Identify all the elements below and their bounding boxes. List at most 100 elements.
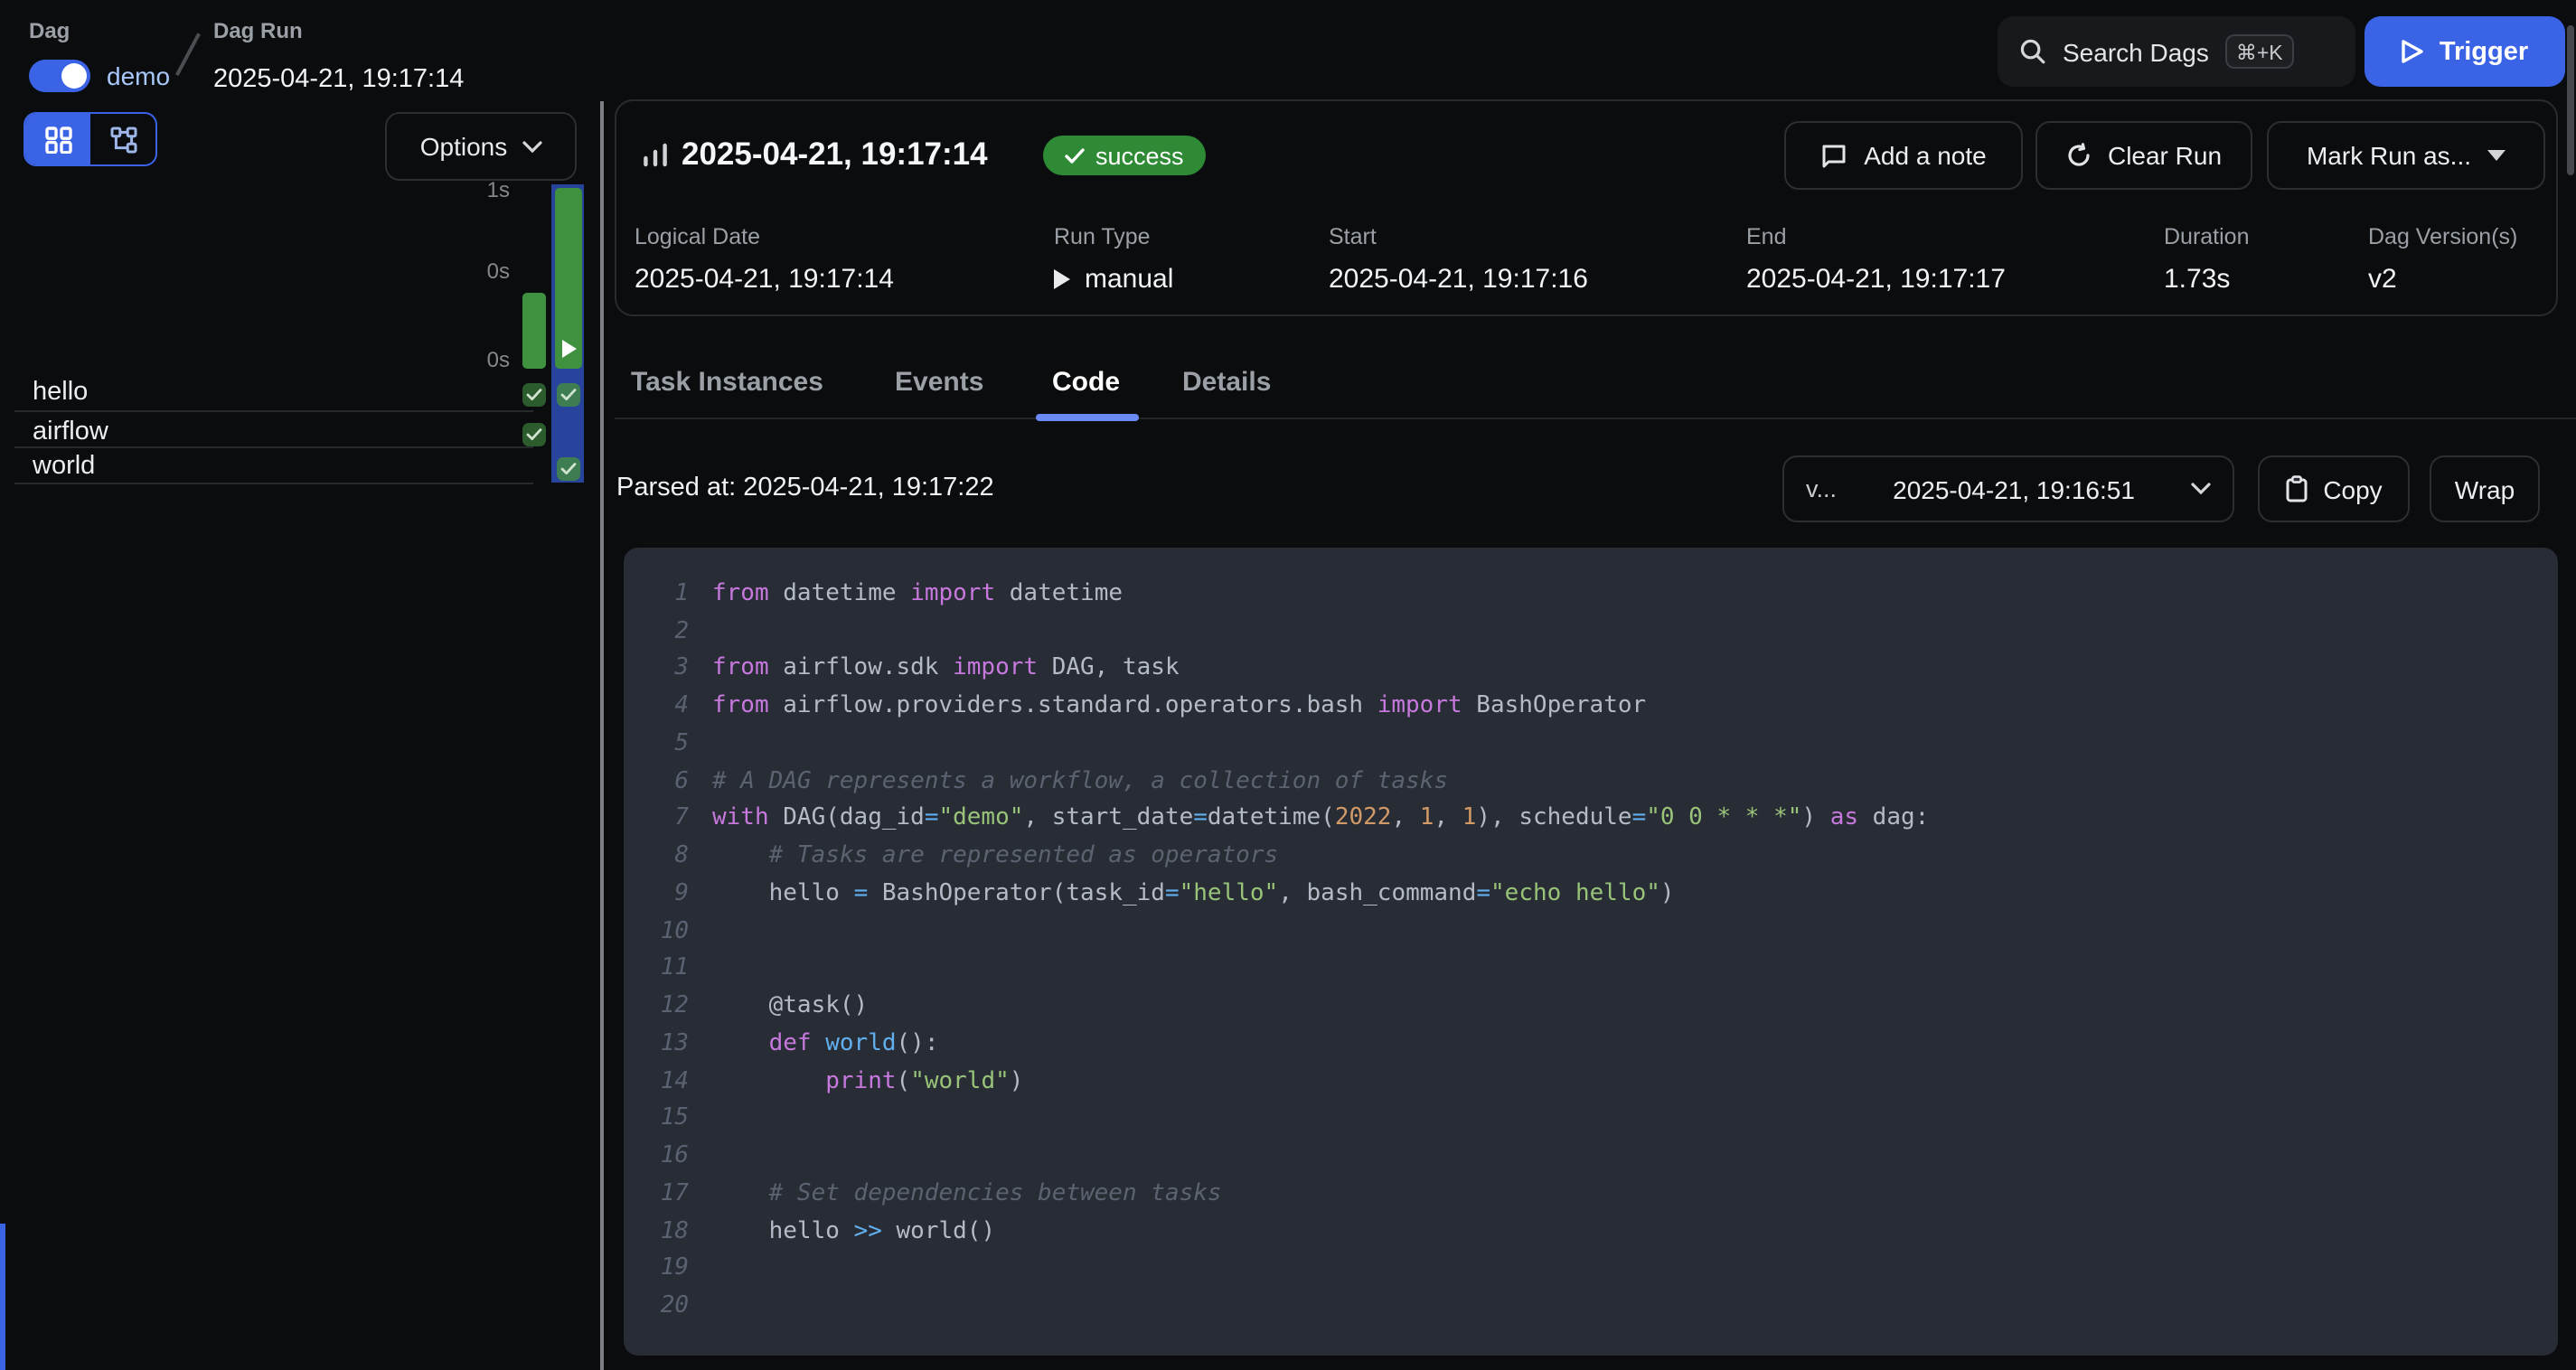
panel-splitter[interactable]	[600, 101, 604, 1370]
meta-label: Duration	[2164, 224, 2250, 249]
view-mode-toggle	[24, 112, 157, 166]
axis-tick-label: 0s	[434, 347, 510, 372]
search-dags-button[interactable]: Search Dags ⌘+K	[1998, 16, 2355, 87]
meta-label: Start	[1329, 224, 1588, 249]
selected-run-play-icon	[561, 340, 576, 358]
line-number: 10	[638, 917, 689, 944]
parsed-at-text: Parsed at: 2025-04-21, 19:17:22	[616, 474, 994, 502]
tab-task-instances[interactable]: Task Instances	[631, 367, 823, 398]
task-instance-square-airflow[interactable]	[522, 423, 546, 446]
run-summary-card: 2025-04-21, 19:17:14 success Add a note …	[615, 99, 2558, 316]
line-number: 13	[638, 1030, 689, 1057]
code-token: BashOperator(task_id	[868, 880, 1165, 907]
dag-pause-toggle[interactable]	[29, 60, 90, 92]
code-token: "echo hello"	[1490, 880, 1660, 907]
mark-run-as-button[interactable]: Mark Run as...	[2267, 121, 2545, 190]
code-token: airflow.sdk	[769, 655, 954, 682]
trigger-button[interactable]: Trigger	[2364, 16, 2565, 87]
mark-run-as-label: Mark Run as...	[2307, 141, 2471, 170]
dag-run-duration-bar[interactable]	[522, 293, 546, 369]
version-prefix: v...	[1806, 475, 1837, 502]
code-line-1: 1from datetime import datetime	[638, 575, 2558, 613]
run-state-badge: success	[1043, 136, 1206, 175]
meta-value: v2	[2368, 264, 2517, 295]
meta-logical-date: Logical Date2025-04-21, 19:17:14	[635, 224, 894, 295]
grid-view-button[interactable]	[25, 114, 90, 164]
task-row-world[interactable]: world	[33, 451, 95, 480]
page-scrollbar-thumb[interactable]	[2567, 25, 2574, 175]
code-token: =	[1193, 805, 1208, 832]
chevron-down-icon	[2191, 483, 2211, 495]
line-number: 15	[638, 1105, 689, 1132]
task-instance-square-hello[interactable]	[556, 382, 579, 406]
code-token: =	[925, 805, 939, 832]
caret-down-icon	[2487, 150, 2505, 161]
meta-value: 2025-04-21, 19:17:17	[1746, 264, 2006, 295]
line-number: 16	[638, 1142, 689, 1169]
options-button[interactable]: Options	[385, 112, 577, 181]
code-token: (	[897, 1067, 911, 1094]
meta-value-text: v2	[2368, 264, 2397, 295]
task-row-hello[interactable]: hello	[33, 378, 88, 407]
line-number: 9	[638, 880, 689, 907]
task-row-airflow[interactable]: airflow	[33, 418, 108, 446]
code-token	[712, 1067, 825, 1094]
code-token: world	[825, 1030, 896, 1057]
grid-icon	[44, 126, 71, 153]
line-number: 14	[638, 1067, 689, 1094]
line-number: 8	[638, 842, 689, 869]
meta-label: End	[1746, 224, 2006, 249]
meta-value-text: 2025-04-21, 19:17:14	[635, 264, 894, 295]
code-token: datetime(	[1208, 805, 1335, 832]
play-outline-icon	[2402, 38, 2425, 65]
line-number: 6	[638, 767, 689, 794]
code-token: BashOperator	[1462, 692, 1647, 719]
code-line-16: 16	[638, 1138, 2558, 1176]
code-token: ), schedule	[1476, 805, 1631, 832]
code-token: dag:	[1858, 805, 1929, 832]
add-note-button[interactable]: Add a note	[1784, 121, 2023, 190]
check-icon	[1065, 147, 1085, 164]
meta-run-type: Run Typemanual	[1054, 224, 1173, 295]
refresh-icon	[2066, 143, 2092, 168]
code-line-4: 4from airflow.providers.standard.operato…	[638, 688, 2558, 726]
meta-value: 1.73s	[2164, 264, 2250, 295]
dag-run-column-selected-run[interactable]	[551, 184, 584, 483]
dag-version-select[interactable]: v... 2025-04-21, 19:16:51	[1782, 455, 2234, 522]
code-token: with	[712, 805, 769, 832]
tab-code[interactable]: Code	[1052, 367, 1120, 398]
code-line-15: 15	[638, 1100, 2558, 1138]
run-state-label: success	[1095, 142, 1184, 169]
tab-details[interactable]: Details	[1182, 367, 1271, 398]
line-number: 4	[638, 692, 689, 719]
code-token: "hello"	[1180, 880, 1279, 907]
bar-chart-icon	[642, 141, 669, 168]
wrap-label: Wrap	[2455, 474, 2515, 503]
clear-run-button[interactable]: Clear Run	[2035, 121, 2252, 190]
line-number: 1	[638, 580, 689, 607]
play-filled-icon	[1054, 269, 1070, 289]
airflow-dag-run-page: Dag demo Dag Run 2025-04-21, 19:17:14 Se…	[0, 0, 2576, 1370]
code-token: 1	[1420, 805, 1434, 832]
code-token: from	[712, 655, 769, 682]
meta-value: 2025-04-21, 19:17:16	[1329, 264, 1588, 295]
dagrun-crumb-value: 2025-04-21, 19:17:14	[213, 65, 464, 94]
dag-name-link[interactable]: demo	[107, 61, 170, 90]
run-title: 2025-04-21, 19:17:14	[682, 136, 988, 174]
code-lines: 1from datetime import datetime23from air…	[638, 575, 2558, 1325]
code-line-2: 2	[638, 613, 2558, 651]
chevron-down-icon	[522, 140, 541, 153]
tab-events[interactable]: Events	[895, 367, 983, 398]
dag-run-duration-bar[interactable]	[554, 188, 581, 369]
add-note-label: Add a note	[1864, 141, 1986, 170]
code-token: def	[769, 1030, 812, 1057]
code-token: "world"	[910, 1067, 1010, 1094]
meta-value-text: 1.73s	[2164, 264, 2230, 295]
task-instance-square-hello[interactable]	[522, 382, 546, 406]
dag-run-column-previous-run[interactable]	[522, 184, 546, 483]
copy-button[interactable]: Copy	[2258, 455, 2410, 522]
wrap-button[interactable]: Wrap	[2430, 455, 2540, 522]
graph-view-button[interactable]	[90, 114, 155, 164]
code-token: , bash_command	[1278, 880, 1476, 907]
task-instance-square-world[interactable]	[556, 457, 579, 481]
